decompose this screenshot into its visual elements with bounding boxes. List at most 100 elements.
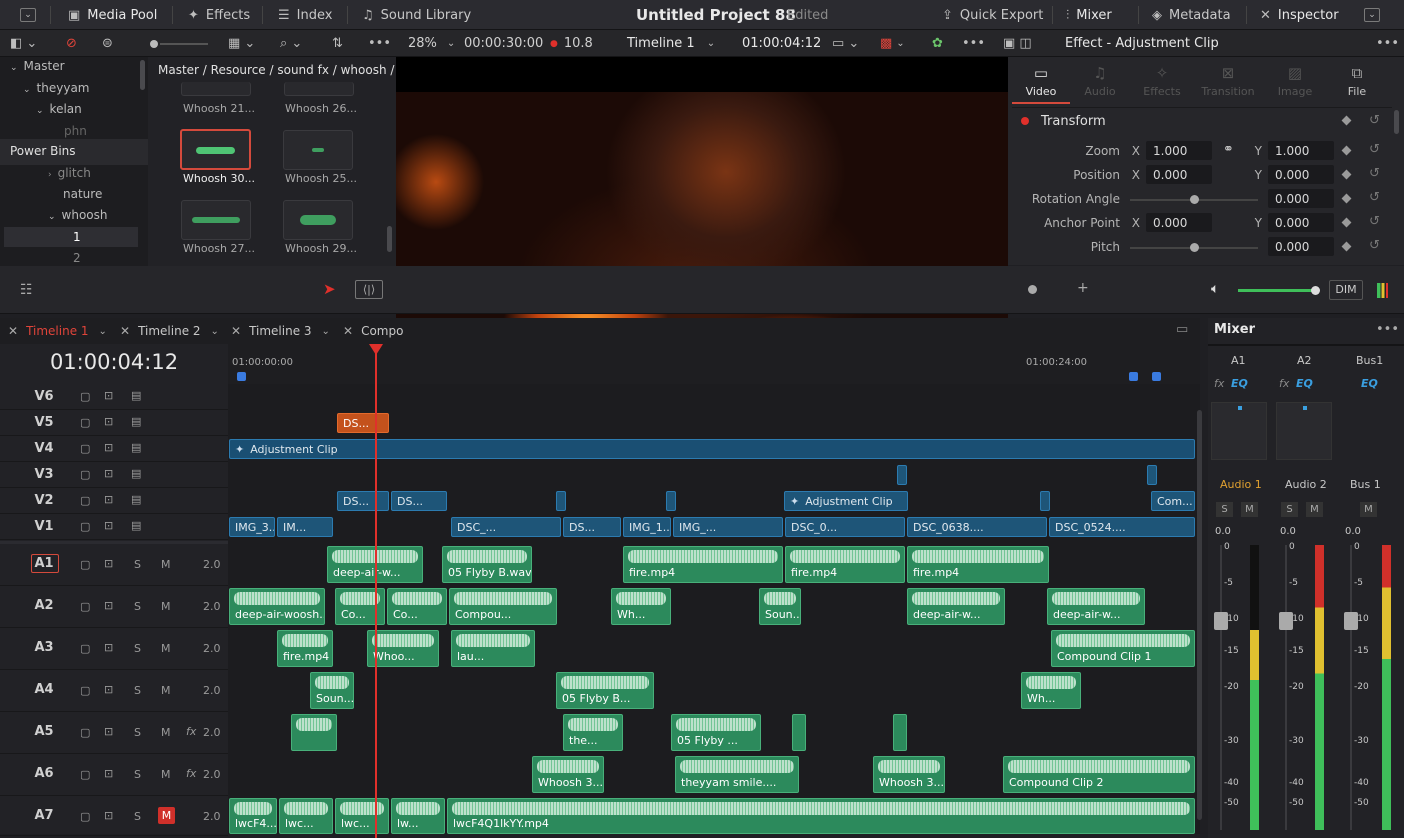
reset-icon[interactable]: ↺ (1369, 190, 1380, 205)
reset-icon[interactable]: ↺ (1369, 113, 1380, 128)
bin-nature[interactable]: nature (63, 187, 102, 201)
sort-icon[interactable]: ⇅ (332, 30, 343, 57)
clip[interactable]: IMG_3... (229, 517, 275, 537)
tab-audio[interactable]: ♫ Audio (1074, 60, 1126, 104)
audio-clip[interactable]: Soun... (759, 588, 801, 625)
bin-two[interactable]: 2 (73, 251, 81, 265)
track-enable-icon[interactable]: ▤ (131, 519, 141, 532)
clip[interactable]: IMG_1... (623, 517, 671, 537)
mute-button[interactable]: M (161, 642, 171, 655)
metadata-button[interactable]: ◈ Metadata (1152, 0, 1231, 30)
timeline-view-icon[interactable]: ▭ (1176, 322, 1188, 337)
position-x-input[interactable]: 0.000 (1146, 165, 1212, 184)
clip[interactable]: IM... (277, 517, 333, 537)
fader-handle[interactable] (1279, 612, 1293, 630)
fx-bypass-icon[interactable]: ▩ ⌄ (880, 30, 905, 57)
audio-clip[interactable] (792, 714, 806, 751)
audio-clip[interactable]: Whoosh 3... (873, 756, 945, 793)
auto-select-icon[interactable]: ⊡ (104, 557, 113, 570)
clip[interactable]: DSC_0... (785, 517, 905, 537)
audio-clip[interactable]: Co... (335, 588, 385, 625)
pitch-slider[interactable] (1130, 243, 1258, 252)
solo-button[interactable]: S (134, 726, 141, 739)
lock-icon[interactable]: ▢ (80, 468, 90, 481)
reset-icon[interactable]: ↺ (1369, 166, 1380, 181)
solo-button[interactable]: S (1216, 502, 1233, 517)
viewer-more-icon[interactable]: ••• (962, 30, 985, 57)
clip[interactable] (897, 465, 907, 485)
pool-scrollbar[interactable] (387, 226, 392, 252)
selection-tool-icon[interactable]: ➤ (323, 280, 336, 298)
mute-button[interactable]: M (161, 600, 171, 613)
track-enable-icon[interactable]: ▤ (131, 493, 141, 506)
mute-button[interactable]: M (161, 684, 171, 697)
auto-select-icon[interactable]: ⊡ (104, 493, 113, 506)
audio-clip[interactable]: Whoosh 3... (532, 756, 604, 793)
audio-clip[interactable]: Co... (387, 588, 447, 625)
rotation-slider[interactable] (1130, 195, 1258, 204)
audio-clip[interactable]: deep-air-woosh... (229, 588, 325, 625)
clip[interactable]: IMG_... (673, 517, 783, 537)
audio-clip[interactable]: Compound Clip 1 (1051, 630, 1195, 667)
lock-icon[interactable]: ▢ (80, 494, 90, 507)
tab-effects[interactable]: ✧ Effects (1134, 60, 1190, 104)
lock-icon[interactable]: ▢ (80, 726, 90, 739)
pan-control[interactable] (1211, 402, 1267, 460)
rotation-input[interactable]: 0.000 (1268, 189, 1334, 208)
playhead-handle[interactable] (369, 344, 383, 355)
clip[interactable]: Com... (1151, 491, 1195, 511)
eq-icon[interactable]: EQ (1296, 377, 1313, 390)
adjustment-clip[interactable]: ✦ Adjustment Clip (784, 491, 908, 511)
solo-button[interactable]: S (134, 768, 141, 781)
clip-thumbnail[interactable] (283, 130, 353, 170)
fader-handle[interactable] (1214, 612, 1228, 630)
effects-button[interactable]: ✦ Effects (188, 0, 250, 30)
reset-icon[interactable]: ↺ (1369, 142, 1380, 157)
inspector-button[interactable]: ✕ Inspector (1260, 0, 1339, 30)
audio-clip[interactable]: lwc... (279, 798, 333, 834)
search-icon[interactable]: ⌕ ⌄ (280, 30, 302, 57)
audio-clip[interactable]: fire.mp4 (277, 630, 333, 667)
audio-clip[interactable]: Wh... (1021, 672, 1081, 709)
viewer-options-icon[interactable]: ▭ ⌄ (832, 30, 859, 57)
clip-thumbnail-selected[interactable] (180, 129, 251, 170)
bin-theyyam[interactable]: ⌄ theyyam (23, 81, 90, 95)
auto-select-icon[interactable]: ⊡ (104, 389, 113, 402)
audio-clip[interactable]: deep-air-w... (907, 588, 1005, 625)
audio-clip[interactable]: the... (563, 714, 623, 751)
mixer-button[interactable]: ⫶ Mixer (1066, 0, 1112, 30)
audio-clip[interactable]: lwcF4... (229, 798, 277, 834)
media-pool-button[interactable]: ▣ Media Pool (68, 0, 157, 30)
inspector-scrollbar[interactable] (1394, 110, 1399, 134)
clip[interactable] (556, 491, 566, 511)
audio-clip[interactable]: lwc... (335, 798, 389, 834)
audio-clip[interactable] (291, 714, 337, 751)
anchor-x-input[interactable]: 0.000 (1146, 213, 1212, 232)
audio-clip[interactable]: Soun... (310, 672, 354, 709)
track-enable-icon[interactable]: ▤ (131, 467, 141, 480)
bin-whoosh[interactable]: ⌄ whoosh (48, 208, 108, 222)
bin-scrollbar[interactable] (140, 60, 145, 90)
mute-button[interactable]: M (1241, 502, 1258, 517)
more-icon[interactable]: ••• (368, 30, 391, 57)
color-wheel-icon[interactable]: ✿ (932, 30, 943, 57)
playhead[interactable] (375, 344, 377, 838)
lock-icon[interactable]: ▢ (80, 390, 90, 403)
collapse-right-icon[interactable]: ⌄ (1364, 0, 1380, 30)
lock-icon[interactable]: ▢ (80, 642, 90, 655)
tab-file[interactable]: ⧉ File (1330, 60, 1384, 104)
clip[interactable]: DS... (337, 491, 389, 511)
mute-button[interactable]: M (161, 726, 171, 739)
close-icon[interactable]: ✕ (343, 324, 353, 338)
clip[interactable]: DSC_... (451, 517, 561, 537)
collapse-icon[interactable]: ⌄ (20, 0, 36, 30)
quick-export-button[interactable]: ⇪ Quick Export (942, 0, 1043, 30)
trim-tool-icon[interactable]: ⟨|⟩ (355, 280, 383, 299)
solo-button[interactable]: S (134, 600, 141, 613)
mute-button[interactable]: M (161, 768, 171, 781)
marker[interactable] (1129, 372, 1138, 381)
mute-button[interactable]: M (161, 558, 171, 571)
audio-clip[interactable]: lw... (391, 798, 445, 834)
zoom-in-icon[interactable]: + (1077, 280, 1089, 296)
zoom-y-input[interactable]: 1.000 (1268, 141, 1334, 160)
